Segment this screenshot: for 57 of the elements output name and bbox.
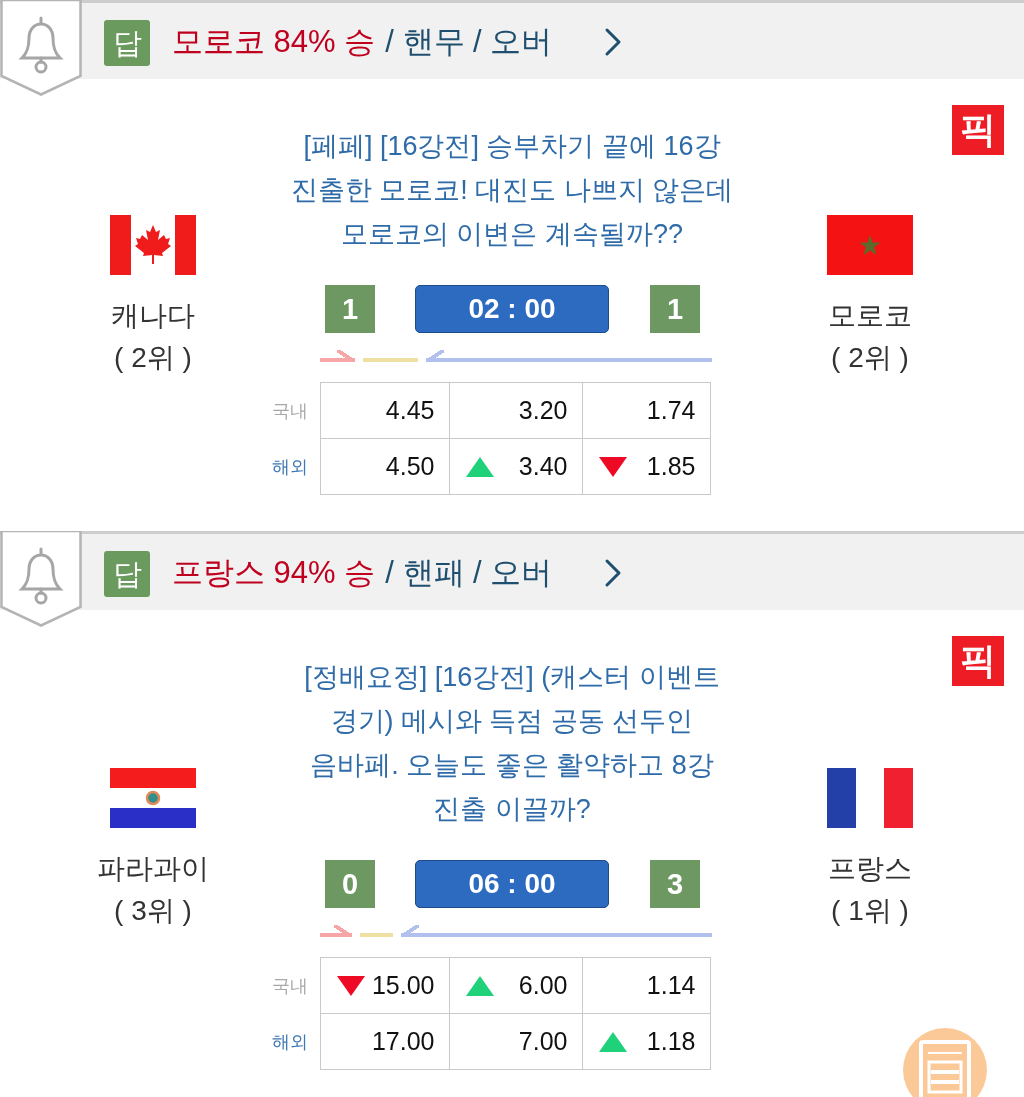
down-triangle-icon — [336, 975, 365, 996]
france-flag-icon — [827, 768, 913, 828]
odds-value: 15.00 — [371, 971, 435, 1000]
team-rank: ( 2위 ) — [114, 341, 192, 375]
odds-value: 17.00 — [371, 1027, 435, 1056]
paraguay-flag-icon — [110, 768, 196, 828]
odds-value: 4.50 — [385, 452, 435, 481]
odds-value: 1.14 — [646, 971, 696, 1000]
answer-badge: 답 — [104, 20, 150, 66]
match-time: 06 : 00 — [415, 860, 609, 908]
home-score: 1 — [325, 285, 375, 333]
chevron-right-icon[interactable] — [604, 558, 623, 588]
list-icon — [919, 1040, 971, 1097]
odds-row-label: 해외 — [270, 1013, 320, 1070]
pick-badge: 픽 — [952, 105, 1004, 155]
pick-badge: 픽 — [952, 636, 1004, 686]
match-prediction: 프랑스 94% 승 — [172, 554, 376, 592]
match-title: [정배요정] [16강전] (캐스터 이벤트 경기) 메시와 득점 공동 선두인 음바페. 오늘도 좋은 활약하고 8강 진출 이끌까? — [303, 661, 721, 826]
bell-icon — [20, 547, 62, 605]
down-triangle-icon — [598, 456, 627, 477]
odds-row-label: 국내 — [270, 382, 320, 439]
team-rank: ( 3위 ) — [114, 894, 192, 928]
answer-badge: 답 — [104, 551, 150, 597]
chevron-right-icon[interactable] — [604, 27, 623, 57]
odds-value: 7.00 — [518, 1027, 568, 1056]
odds-row-label: 국내 — [270, 957, 320, 1014]
away-score: 1 — [650, 285, 700, 333]
match-prediction: 모로코 84% 승 — [172, 23, 376, 61]
floating-action-button[interactable] — [903, 1028, 987, 1097]
notification-button[interactable] — [0, 0, 82, 96]
up-triangle-icon — [465, 456, 494, 477]
odds-value: 1.85 — [646, 452, 696, 481]
team-name: 파라과이 — [97, 852, 209, 886]
up-triangle-icon — [465, 975, 494, 996]
home-score: 0 — [325, 860, 375, 908]
odds-value: 1.74 — [646, 396, 696, 425]
odds-row-label: 해외 — [270, 438, 320, 495]
match-title: [페페] [16강전] 승부차기 끝에 16강 진출한 모로코! 대진도 나쁘지 않은데 모로코의 이변은 계속될까?? — [289, 130, 735, 251]
odds-value: 4.45 — [385, 396, 435, 425]
team-name: 프랑스 — [828, 852, 912, 886]
notification-button[interactable] — [0, 531, 82, 627]
odds-value: 6.00 — [518, 971, 568, 1000]
team-name: 캐나다 — [111, 299, 195, 333]
away-score: 3 — [650, 860, 700, 908]
canada-flag-icon — [110, 215, 196, 275]
team-rank: ( 2위 ) — [831, 341, 909, 375]
bell-icon — [20, 16, 62, 74]
match-time: 02 : 00 — [415, 285, 609, 333]
team-rank: ( 1위 ) — [831, 894, 909, 928]
odds-value: 3.40 — [518, 452, 568, 481]
odds-value: 3.20 — [518, 396, 568, 425]
team-name: 모로코 — [828, 299, 912, 333]
morocco-flag-icon — [827, 215, 913, 275]
bet-details: / 핸무 / 오버 — [385, 23, 553, 61]
odds-value: 1.18 — [646, 1027, 696, 1056]
bet-details: / 핸패 / 오버 — [385, 554, 553, 592]
up-triangle-icon — [598, 1031, 627, 1052]
